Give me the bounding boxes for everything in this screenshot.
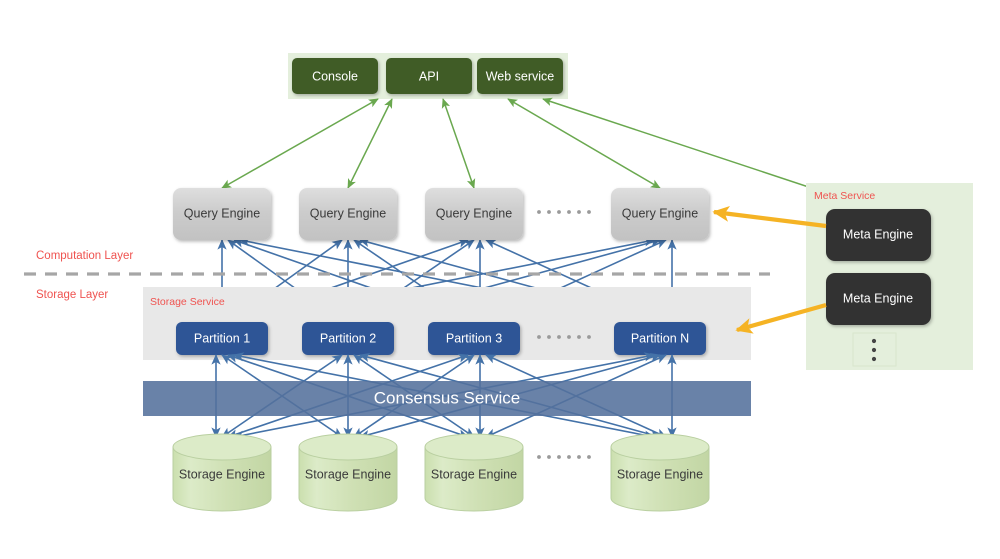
meta-service-label: Meta Service: [814, 190, 875, 202]
query-engine-n[interactable]: Query Engine: [611, 188, 709, 240]
storage-engine-3[interactable]: Storage Engine: [424, 433, 524, 512]
consensus-service-bar: Consensus Service: [143, 381, 751, 416]
storage-layer-label: Storage Layer: [36, 289, 108, 301]
partition-n[interactable]: Partition N: [614, 322, 706, 355]
service-box-web-service[interactable]: Web service: [477, 58, 563, 94]
storage-engine-1[interactable]: Storage Engine: [172, 433, 272, 512]
computation-layer-label: Computation Layer: [36, 250, 133, 262]
arrow-query-engine-3-to-access: [441, 98, 476, 189]
partition-1[interactable]: Partition 1: [176, 322, 268, 355]
meta-engine-2[interactable]: Meta Engine: [826, 273, 931, 325]
meta-engine-1[interactable]: Meta Engine: [826, 209, 931, 261]
service-box-api[interactable]: API: [386, 58, 472, 94]
storage-engine-ellipsis: [537, 455, 591, 459]
service-box-console[interactable]: Console: [292, 58, 378, 94]
query-engine-2[interactable]: Query Engine: [299, 188, 397, 240]
partition-2[interactable]: Partition 2: [302, 322, 394, 355]
partition-3[interactable]: Partition 3: [428, 322, 520, 355]
query-engine-ellipsis: [537, 210, 591, 214]
storage-service-label: Storage Service: [150, 296, 225, 308]
storage-engine-2[interactable]: Storage Engine: [298, 433, 398, 512]
query-engine-3[interactable]: Query Engine: [425, 188, 523, 240]
query-engine-1[interactable]: Query Engine: [173, 188, 271, 240]
architecture-diagram: Console API Web service Computation Laye…: [0, 0, 1000, 559]
storage-engine-n[interactable]: Storage Engine: [610, 433, 710, 512]
